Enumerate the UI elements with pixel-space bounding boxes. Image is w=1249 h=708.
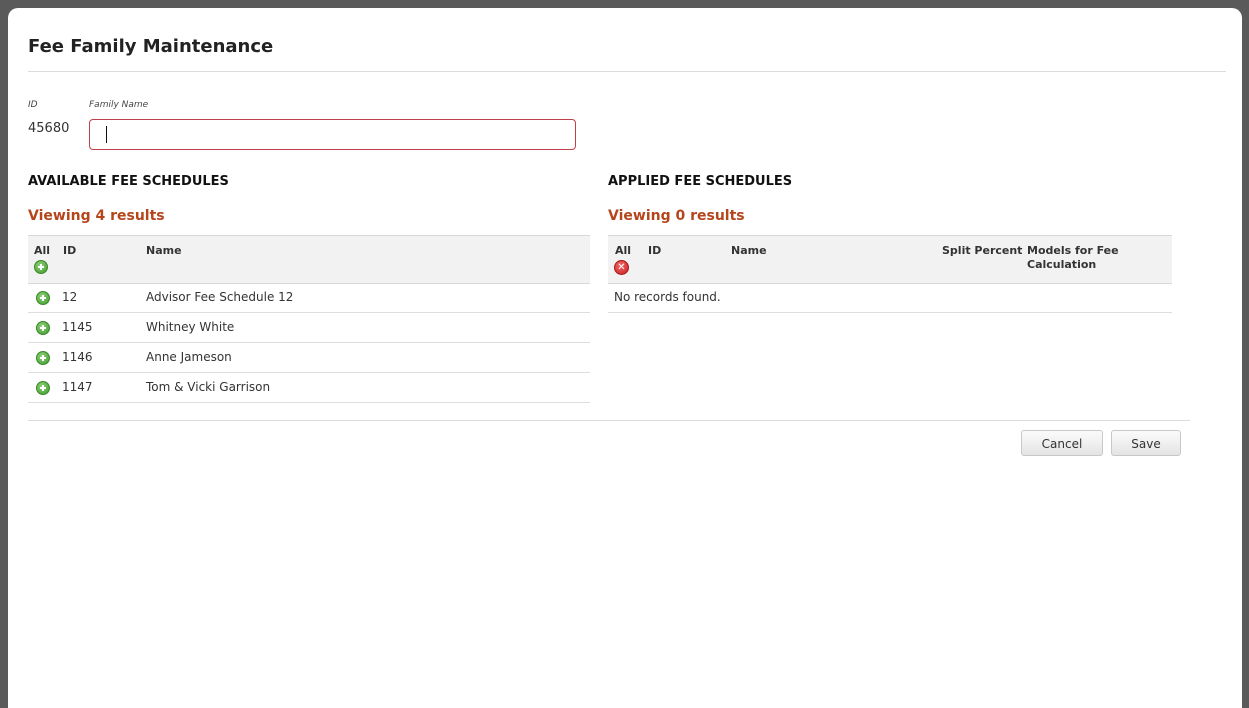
available-col-name: Name bbox=[146, 244, 182, 257]
add-row-icon[interactable] bbox=[36, 381, 50, 395]
footer-divider bbox=[28, 420, 1190, 421]
row-id: 1145 bbox=[62, 320, 93, 334]
empty-message: No records found. bbox=[614, 290, 721, 304]
row-id: 1147 bbox=[62, 380, 93, 394]
add-all-icon[interactable] bbox=[34, 260, 48, 274]
remove-all-icon[interactable]: ✕ bbox=[614, 260, 629, 275]
available-section-title: AVAILABLE FEE SCHEDULES bbox=[28, 174, 229, 189]
applied-col-split-percent: Split Percent bbox=[942, 244, 1023, 257]
applied-col-all: All bbox=[615, 244, 632, 257]
available-row: 1147 Tom & Vicki Garrison bbox=[28, 373, 590, 403]
applied-table-header: All ✕ ID Name Split Percent Models for F… bbox=[608, 235, 1172, 284]
save-button[interactable]: Save bbox=[1111, 430, 1181, 456]
row-name: Advisor Fee Schedule 12 bbox=[146, 290, 294, 304]
row-name: Tom & Vicki Garrison bbox=[146, 380, 271, 394]
add-row-icon[interactable] bbox=[36, 351, 50, 365]
applied-col-id: ID bbox=[648, 244, 662, 257]
id-value: 45680 bbox=[28, 121, 70, 136]
available-row: 1145 Whitney White bbox=[28, 313, 590, 343]
applied-col-name: Name bbox=[731, 244, 767, 257]
row-id: 1146 bbox=[62, 350, 93, 364]
available-table-header: All ID Name bbox=[28, 235, 590, 284]
add-row-icon[interactable] bbox=[36, 291, 50, 305]
title-divider bbox=[28, 71, 1226, 72]
text-caret bbox=[106, 126, 107, 143]
applied-col-models: Models for Fee Calculation bbox=[1027, 244, 1119, 271]
available-row: 12 Advisor Fee Schedule 12 bbox=[28, 283, 590, 313]
available-col-all: All bbox=[34, 244, 51, 257]
add-row-icon[interactable] bbox=[36, 321, 50, 335]
applied-viewing-count: Viewing 0 results bbox=[608, 208, 745, 224]
applied-section-title: APPLIED FEE SCHEDULES bbox=[608, 174, 793, 189]
id-label: ID bbox=[28, 100, 38, 110]
family-name-input[interactable] bbox=[89, 119, 576, 150]
row-name: Whitney White bbox=[146, 320, 235, 334]
applied-empty-row: No records found. bbox=[608, 283, 1172, 313]
available-viewing-count: Viewing 4 results bbox=[28, 208, 165, 224]
cancel-button[interactable]: Cancel bbox=[1021, 430, 1103, 456]
row-id: 12 bbox=[62, 290, 78, 304]
row-name: Anne Jameson bbox=[146, 350, 232, 364]
page-title: Fee Family Maintenance bbox=[28, 36, 274, 57]
available-col-id: ID bbox=[63, 244, 77, 257]
family-name-label: Family Name bbox=[89, 100, 149, 110]
available-row: 1146 Anne Jameson bbox=[28, 343, 590, 373]
fee-family-dialog: Fee Family Maintenance ID Family Name 45… bbox=[8, 8, 1242, 708]
